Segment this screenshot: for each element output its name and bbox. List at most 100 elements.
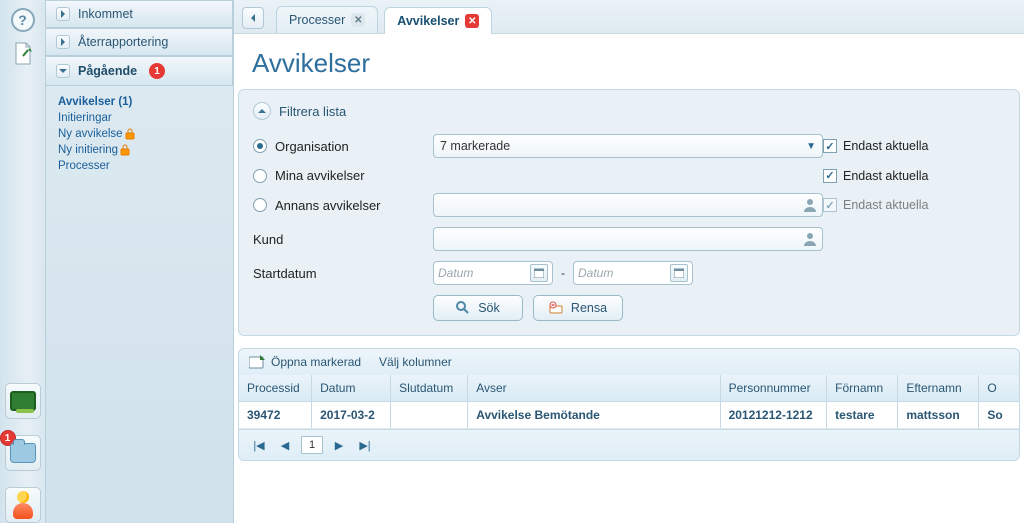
col-avser[interactable]: Avser bbox=[468, 375, 720, 401]
subnav-ny-avvikelse[interactable]: Ny avvikelse bbox=[58, 126, 221, 142]
checkbox-label: Endast aktuella bbox=[843, 169, 928, 183]
radio-annans-avvikelser[interactable]: Annans avvikelser bbox=[253, 198, 433, 213]
rail-user-button[interactable] bbox=[5, 487, 41, 523]
kund-input[interactable] bbox=[433, 227, 823, 251]
side-nav: Inkommet Återrapportering Pågående 1 Avv… bbox=[46, 0, 234, 523]
radio-label: Annans avvikelser bbox=[275, 198, 381, 213]
rail-dashboard-button[interactable] bbox=[5, 383, 41, 419]
choose-columns-button[interactable]: Välj kolumner bbox=[379, 355, 452, 369]
cell-slutdatum bbox=[391, 402, 468, 428]
pager-page-number[interactable]: 1 bbox=[301, 436, 323, 454]
toolbar-label: Öppna markerad bbox=[271, 355, 361, 369]
clear-button[interactable]: Rensa bbox=[533, 295, 623, 321]
grid-header-row: Processid Datum Slutdatum Avser Personnu… bbox=[239, 375, 1019, 402]
checkbox-only-current-3[interactable]: ✓ Endast aktuella bbox=[823, 198, 1013, 212]
tab-label: Avvikelser bbox=[397, 14, 459, 28]
button-label: Sök bbox=[478, 301, 500, 315]
accordion-label: Inkommet bbox=[78, 7, 133, 21]
radio-icon bbox=[253, 139, 267, 153]
col-org[interactable]: O bbox=[979, 375, 1019, 401]
radio-mina-avvikelser[interactable]: Mina avvikelser bbox=[253, 168, 433, 183]
clear-icon bbox=[549, 301, 563, 315]
calendar-icon[interactable] bbox=[670, 264, 688, 282]
chevron-down-icon bbox=[56, 64, 70, 78]
calendar-icon[interactable] bbox=[530, 264, 548, 282]
nav-back-button[interactable] bbox=[242, 7, 264, 29]
radio-icon bbox=[253, 169, 267, 183]
checkbox-icon: ✓ bbox=[823, 169, 837, 183]
tab-processer[interactable]: Processer ✕ bbox=[276, 6, 378, 33]
pager-next[interactable]: ▶ bbox=[329, 436, 349, 454]
accordion-head-aterrapportering[interactable]: Återrapportering bbox=[46, 28, 233, 56]
tab-label: Processer bbox=[289, 13, 345, 27]
radio-label: Mina avvikelser bbox=[275, 168, 365, 183]
accordion-head-pagaende[interactable]: Pågående 1 bbox=[46, 56, 233, 86]
lock-icon bbox=[125, 128, 135, 140]
document-icon[interactable] bbox=[13, 42, 33, 66]
close-icon[interactable]: ✕ bbox=[465, 14, 479, 28]
col-datum[interactable]: Datum bbox=[312, 375, 391, 401]
results-grid: Processid Datum Slutdatum Avser Personnu… bbox=[238, 375, 1020, 430]
side-sub-list: Avvikelser (1) Initieringar Ny avvikelse… bbox=[46, 86, 233, 188]
pager: |◀ ◀ 1 ▶ ▶| bbox=[238, 430, 1020, 461]
person-icon bbox=[802, 197, 818, 213]
cell-datum: 2017-03-2 bbox=[312, 402, 391, 428]
checkbox-only-current-2[interactable]: ✓ Endast aktuella bbox=[823, 169, 1013, 183]
subnav-ny-initiering[interactable]: Ny initiering bbox=[58, 142, 221, 158]
date-separator: - bbox=[561, 266, 565, 280]
subnav-processer[interactable]: Processer bbox=[58, 158, 221, 174]
pager-first[interactable]: |◀ bbox=[249, 436, 269, 454]
checkbox-icon: ✓ bbox=[823, 198, 837, 212]
chevron-right-icon bbox=[56, 35, 70, 49]
cell-efternamn: mattsson bbox=[898, 402, 979, 428]
cell-processid: 39472 bbox=[239, 402, 312, 428]
annans-input[interactable] bbox=[433, 193, 823, 217]
organisation-select[interactable]: 7 markerade ▼ bbox=[433, 134, 823, 158]
subnav-avvikelser[interactable]: Avvikelser (1) bbox=[58, 94, 221, 110]
help-icon[interactable]: ? bbox=[11, 8, 35, 32]
date-from-input[interactable]: Datum bbox=[433, 261, 553, 285]
col-processid[interactable]: Processid bbox=[239, 375, 312, 401]
open-icon bbox=[249, 355, 265, 369]
checkbox-label: Endast aktuella bbox=[843, 198, 928, 212]
checkbox-only-current-1[interactable]: ✓ Endast aktuella bbox=[823, 139, 1013, 153]
kund-label: Kund bbox=[253, 232, 433, 247]
date-placeholder: Datum bbox=[438, 266, 473, 280]
col-personnummer[interactable]: Personnummer bbox=[721, 375, 828, 401]
caret-down-icon: ▼ bbox=[806, 141, 816, 152]
left-rail: ? 1 bbox=[0, 0, 46, 523]
search-button[interactable]: Sök bbox=[433, 295, 523, 321]
radio-label: Organisation bbox=[275, 139, 349, 154]
accordion-head-inkommet[interactable]: Inkommet bbox=[46, 0, 233, 28]
col-fornamn[interactable]: Förnamn bbox=[827, 375, 898, 401]
date-placeholder: Datum bbox=[578, 266, 613, 280]
radio-organisation[interactable]: Organisation bbox=[253, 139, 433, 154]
count-badge: 1 bbox=[149, 63, 165, 79]
radio-icon bbox=[253, 198, 267, 212]
main-area: Processer ✕ Avvikelser ✕ Avvikelser Filt… bbox=[234, 0, 1024, 523]
pager-last[interactable]: ▶| bbox=[355, 436, 375, 454]
collapse-toggle[interactable] bbox=[253, 102, 271, 120]
col-slutdatum[interactable]: Slutdatum bbox=[391, 375, 468, 401]
cell-fornamn: testare bbox=[827, 402, 898, 428]
rail-folder-button[interactable]: 1 bbox=[5, 435, 41, 471]
tab-bar: Processer ✕ Avvikelser ✕ bbox=[234, 0, 1024, 34]
search-icon bbox=[456, 301, 470, 315]
accordion-label: Återrapportering bbox=[78, 35, 168, 49]
cell-personnummer: 20121212-1212 bbox=[721, 402, 828, 428]
filter-title: Filtrera lista bbox=[279, 104, 346, 119]
col-efternamn[interactable]: Efternamn bbox=[898, 375, 979, 401]
pager-prev[interactable]: ◀ bbox=[275, 436, 295, 454]
grid-toolbar: Öppna markerad Välj kolumner bbox=[238, 348, 1020, 375]
combo-value: 7 markerade bbox=[440, 139, 510, 153]
subnav-initieringar[interactable]: Initieringar bbox=[58, 110, 221, 126]
cell-org: So bbox=[979, 402, 1019, 428]
close-icon[interactable]: ✕ bbox=[351, 13, 365, 27]
tab-avvikelser[interactable]: Avvikelser ✕ bbox=[384, 7, 492, 34]
toolbar-label: Välj kolumner bbox=[379, 355, 452, 369]
date-to-input[interactable]: Datum bbox=[573, 261, 693, 285]
open-selected-button[interactable]: Öppna markerad bbox=[249, 355, 361, 369]
person-icon bbox=[802, 231, 818, 247]
page-title: Avvikelser bbox=[234, 34, 1024, 89]
table-row[interactable]: 39472 2017-03-2 Avvikelse Bemötande 2012… bbox=[239, 402, 1019, 429]
